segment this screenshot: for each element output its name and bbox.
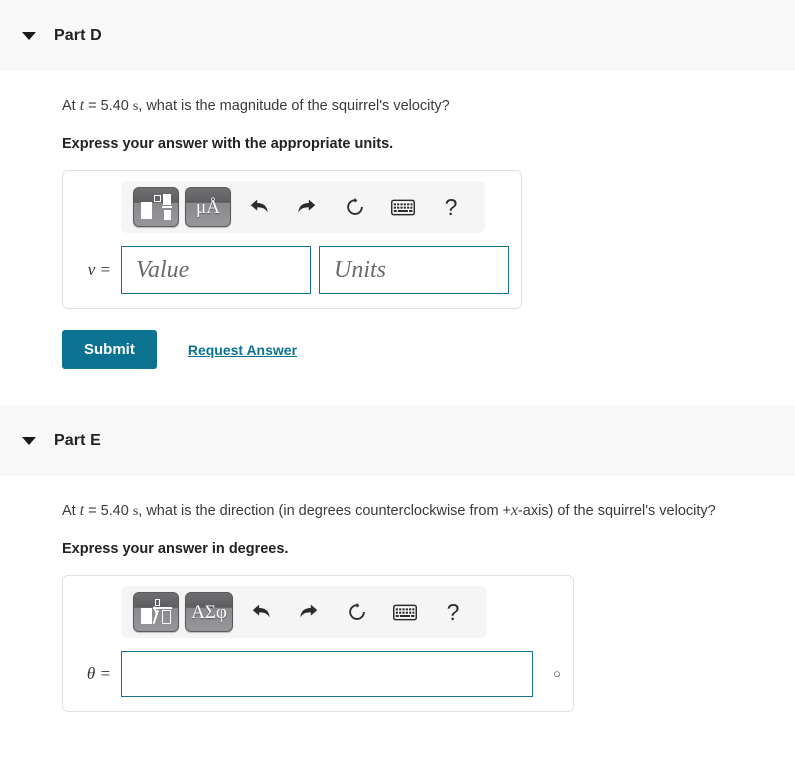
- math-template-button[interactable]: [133, 187, 179, 227]
- part-d-instruction: Express your answer with the appropriate…: [62, 136, 394, 152]
- redo-icon[interactable]: [285, 188, 329, 226]
- template-sqrt-icon: [141, 599, 172, 625]
- question-suffix: , what is the magnitude of the squirrel'…: [138, 98, 450, 114]
- units-symbols-label: μÅ: [196, 196, 220, 218]
- part-d-body: At t = 5.40 s, what is the magnitude of …: [0, 71, 795, 405]
- help-label: ?: [446, 598, 460, 625]
- question-suffix: , what is the direction (in degrees coun…: [138, 503, 512, 519]
- degree-unit-label: ○: [553, 666, 561, 681]
- question-middle: = 5.40: [84, 98, 133, 114]
- velocity-variable-label: v =: [87, 260, 111, 279]
- question-prefix: At: [62, 503, 80, 519]
- part-d-answer-panel: μÅ ? v = Value Units: [62, 170, 522, 309]
- units-input[interactable]: [319, 246, 509, 294]
- question-suffix2: -axis) of the squirrel's velocity?: [517, 503, 716, 519]
- reset-icon[interactable]: [333, 188, 377, 226]
- reset-icon[interactable]: [335, 593, 379, 631]
- part-d-header[interactable]: Part D: [0, 0, 795, 71]
- question-variable-x: x: [511, 502, 518, 519]
- submit-button[interactable]: Submit: [62, 330, 157, 369]
- part-e-title: Part E: [54, 431, 101, 449]
- undo-icon[interactable]: [237, 188, 281, 226]
- theta-input[interactable]: [121, 651, 533, 697]
- part-e-answer-panel: ΑΣφ ? θ = ○: [62, 575, 574, 712]
- part-e-section: Part E At t = 5.40 s, what is the direct…: [0, 405, 795, 712]
- part-e-instruction: Express your answer in degrees.: [62, 541, 289, 557]
- undo-icon[interactable]: [239, 593, 283, 631]
- help-icon[interactable]: ?: [431, 593, 475, 631]
- part-e-body: At t = 5.40 s, what is the direction (in…: [0, 476, 795, 712]
- theta-variable-label: θ =: [86, 664, 111, 683]
- greek-symbols-button[interactable]: ΑΣφ: [185, 592, 233, 632]
- caret-down-icon[interactable]: [22, 31, 36, 40]
- part-d-actions: Submit Request Answer: [62, 330, 795, 369]
- value-input[interactable]: [121, 246, 311, 294]
- keyboard-icon[interactable]: [381, 188, 425, 226]
- part-e-header[interactable]: Part E: [0, 405, 795, 476]
- part-d-input-row: v =: [75, 246, 509, 294]
- question-middle: = 5.40: [84, 503, 133, 519]
- part-e-input-row: θ = ○: [75, 651, 561, 697]
- part-d-title: Part D: [54, 26, 102, 44]
- request-answer-link[interactable]: Request Answer: [188, 342, 297, 358]
- greek-symbols-label: ΑΣφ: [191, 601, 227, 623]
- units-symbols-button[interactable]: μÅ: [185, 187, 231, 227]
- math-template-sqrt-button[interactable]: [133, 592, 179, 632]
- help-label: ?: [444, 193, 458, 220]
- part-e-question: At t = 5.40 s, what is the direction (in…: [62, 476, 774, 522]
- keyboard-icon[interactable]: [383, 593, 427, 631]
- question-prefix: At: [62, 98, 80, 114]
- part-d-question: At t = 5.40 s, what is the magnitude of …: [62, 71, 774, 117]
- exercise-page: Part D At t = 5.40 s, what is the magnit…: [0, 0, 795, 757]
- redo-icon[interactable]: [287, 593, 331, 631]
- help-icon[interactable]: ?: [429, 188, 473, 226]
- template-boxes-icon: [141, 194, 172, 220]
- caret-down-icon[interactable]: [22, 436, 36, 445]
- part-d-section: Part D At t = 5.40 s, what is the magnit…: [0, 0, 795, 405]
- part-e-toolbar: ΑΣφ ?: [121, 586, 487, 638]
- part-d-toolbar: μÅ ?: [121, 181, 485, 233]
